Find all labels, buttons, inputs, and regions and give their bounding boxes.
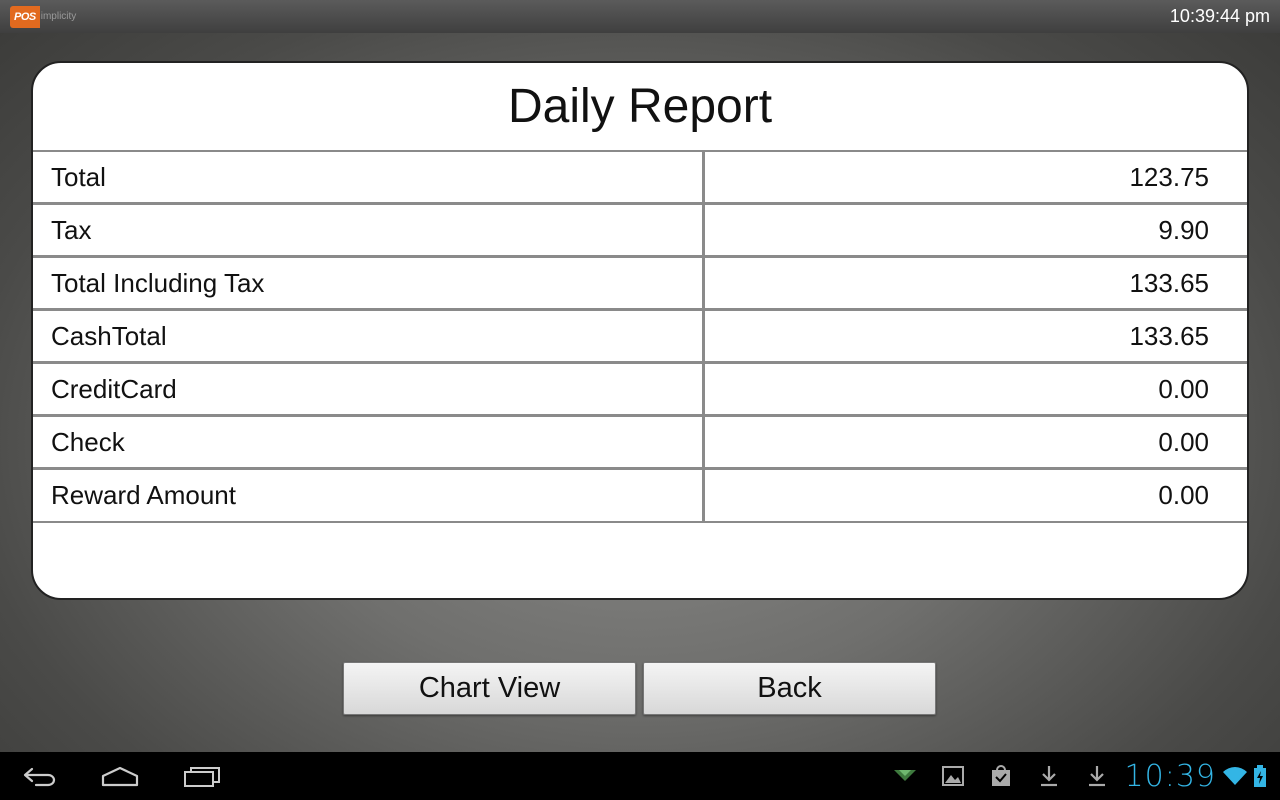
nav-back-button[interactable] (10, 760, 70, 792)
download-icon[interactable] (1025, 752, 1073, 800)
row-value: 0.00 (1158, 480, 1209, 510)
row-value: 0.00 (1158, 373, 1209, 404)
row-value: 133.65 (1129, 320, 1209, 351)
back-icon (23, 767, 56, 787)
row-label: Reward Amount (33, 470, 705, 521)
chart-view-button[interactable]: Chart View (343, 662, 636, 715)
signal-notification-icon[interactable] (881, 752, 929, 800)
nav-recent-apps-button[interactable] (172, 760, 232, 792)
row-value: 123.75 (1129, 161, 1209, 192)
table-row: Check 0.00 (33, 417, 1247, 470)
download-icon[interactable] (1073, 752, 1121, 800)
app-time: 10:39:44 pm (1169, 6, 1270, 26)
gallery-icon[interactable] (929, 752, 977, 800)
recent-apps-icon (184, 767, 220, 787)
app-logo: POS implicity (10, 5, 77, 28)
nav-home-button[interactable] (90, 760, 150, 792)
table-row: CashTotal 133.65 (33, 311, 1247, 364)
row-label: Tax (33, 205, 705, 255)
system-nav-bar: 10:39 (0, 752, 1280, 800)
system-clock[interactable]: 10:39 (1125, 759, 1216, 794)
system-tray: 10:39 (881, 752, 1270, 800)
shopping-bag-icon[interactable] (977, 752, 1025, 800)
row-label: CreditCard (33, 364, 705, 414)
table-row: CreditCard 0.00 (33, 364, 1247, 417)
table-row: Tax 9.90 (33, 205, 1247, 258)
home-icon (101, 766, 139, 787)
logo-rest-text: implicity (40, 11, 77, 22)
row-value: 9.90 (1158, 214, 1209, 245)
app-title-bar: POS implicity 10:39:44 pm (0, 0, 1280, 33)
table-row: Total 123.75 (33, 152, 1247, 205)
row-value: 0.00 (1158, 426, 1209, 457)
row-label: Total Including Tax (33, 258, 705, 308)
report-title: Daily Report (33, 63, 1247, 152)
row-label: Total (33, 152, 705, 202)
row-label: Check (33, 417, 705, 467)
table-row: Total Including Tax 133.65 (33, 258, 1247, 311)
battery-charging-icon[interactable] (1250, 752, 1270, 800)
logo-pos-text: POS (10, 5, 40, 28)
wifi-icon[interactable] (1220, 752, 1250, 800)
row-value: 133.65 (1129, 267, 1209, 298)
table-row: Reward Amount 0.00 (33, 470, 1247, 523)
back-button[interactable]: Back (643, 662, 936, 715)
report-table: Total 123.75 Tax 9.90 Total Including Ta… (33, 152, 1247, 523)
report-panel: Daily Report Total 123.75 Tax 9.90 Total… (31, 61, 1249, 600)
row-label: CashTotal (33, 311, 705, 361)
